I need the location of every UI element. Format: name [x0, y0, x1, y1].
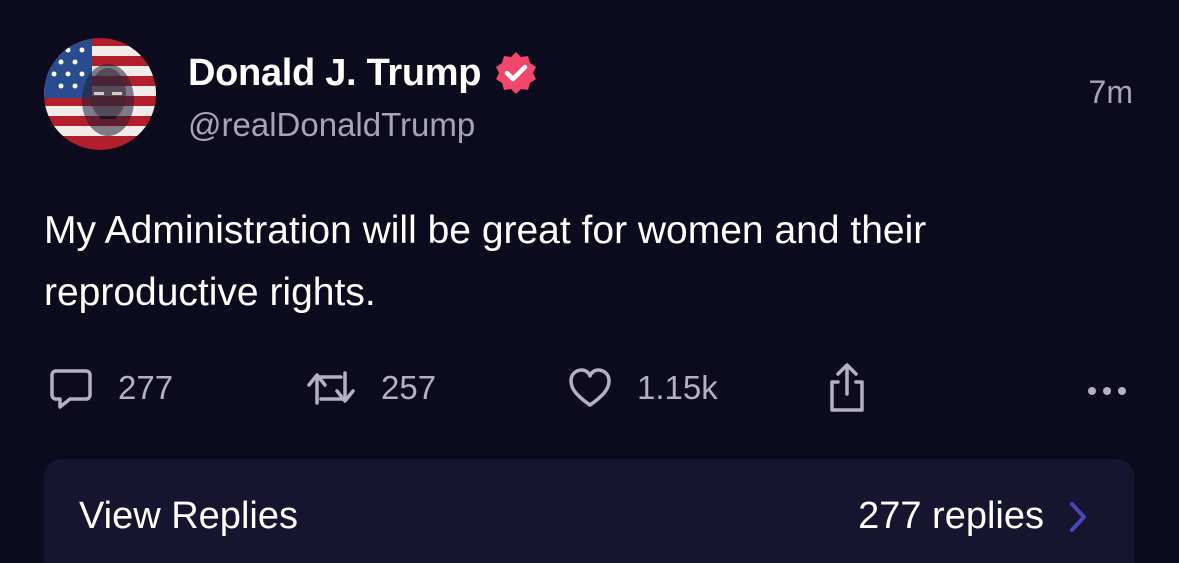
more-icon [1086, 365, 1130, 411]
reply-icon [48, 365, 94, 411]
share-button[interactable] [824, 360, 870, 416]
flag-portrait-avatar-icon [44, 38, 156, 150]
repost-icon [305, 365, 357, 411]
replies-count: 277 replies [858, 495, 1044, 537]
repost-count: 257 [381, 369, 437, 406]
author-name[interactable]: Donald J. Trump [188, 52, 482, 95]
action-bar: 277 257 1.15k [0, 360, 1179, 416]
like-count: 1.15k [637, 369, 718, 406]
view-replies-bar[interactable]: View Replies 277 replies [44, 459, 1134, 563]
avatar[interactable] [44, 38, 156, 150]
chevron-right-icon [1068, 500, 1088, 539]
repost-button[interactable]: 257 [305, 360, 436, 416]
verified-badge-icon [493, 50, 539, 96]
post-timestamp: 7m [1088, 74, 1133, 110]
more-options-button[interactable] [1086, 360, 1130, 416]
heart-icon [567, 365, 613, 411]
like-button[interactable]: 1.15k [567, 360, 718, 416]
reply-button[interactable]: 277 [48, 360, 173, 416]
post-card: Donald J. Trump @realDonaldTrump 7m My A… [0, 0, 1179, 563]
reply-count: 277 [118, 369, 174, 406]
author-row: Donald J. Trump [188, 48, 539, 98]
share-icon [824, 362, 870, 414]
post-text: My Administration will be great for wome… [44, 209, 927, 314]
view-replies-label: View Replies [79, 495, 298, 537]
author-handle[interactable]: @realDonaldTrump [188, 106, 475, 144]
